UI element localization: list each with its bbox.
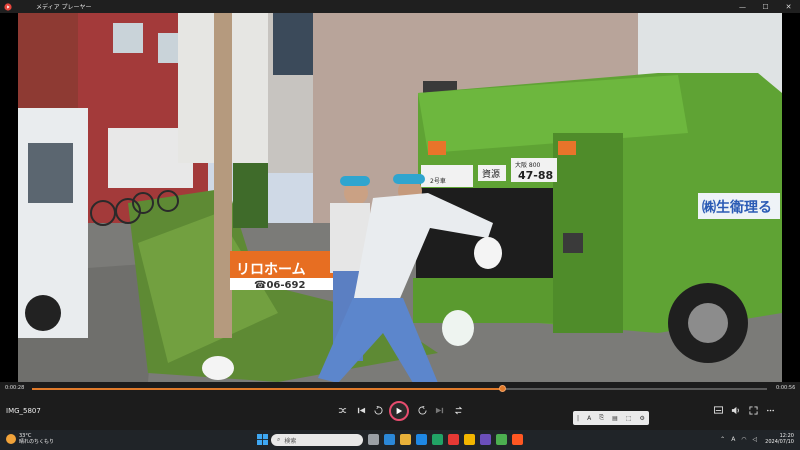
- media-player-window: メディア プレーヤー — ☐ ✕ リロホーム ☎06-692 大阪 800 47…: [0, 0, 800, 430]
- clock[interactable]: 12:20 2024/07/10: [765, 433, 794, 445]
- search-icon: ⌕: [277, 436, 281, 443]
- next-icon[interactable]: [431, 402, 447, 418]
- chevron-up-icon[interactable]: ⌃: [720, 436, 725, 443]
- clock-date: 2024/07/10: [765, 439, 794, 445]
- taskbar-search[interactable]: ⌕ 検索: [271, 434, 363, 446]
- truck-plate-top: 大阪 800: [515, 161, 541, 169]
- taskbar-app-icon[interactable]: [384, 434, 395, 445]
- truck-company-name: ㈱生衛理る: [702, 199, 772, 216]
- forward-30-icon[interactable]: [414, 402, 430, 418]
- current-time: 0:00:28: [5, 385, 25, 391]
- repeat-icon[interactable]: [450, 402, 466, 418]
- shuffle-icon[interactable]: [334, 402, 350, 418]
- rewind-10-icon[interactable]: [370, 402, 386, 418]
- more-options-icon[interactable]: [762, 402, 778, 418]
- video-scene: リロホーム ☎06-692 大阪 800 47-88 資源 2号車 ㈱生衛理る: [18, 13, 782, 382]
- truck-resource-tag: 資源: [482, 168, 500, 180]
- settings-icon[interactable]: ⚙: [640, 415, 645, 422]
- taskbar-app-icon[interactable]: [480, 434, 491, 445]
- edit-toolbar: | A ⎘ ▤ ⬚ ⚙: [573, 411, 649, 425]
- seek-thumb[interactable]: [498, 385, 506, 392]
- document-icon[interactable]: ▤: [612, 415, 618, 422]
- realestate-sign-name: リロホーム: [236, 262, 306, 278]
- system-tray: ⌃ A ◠ ◁ 12:20 2024/07/10: [720, 433, 794, 445]
- video-frame[interactable]: リロホーム ☎06-692 大阪 800 47-88 資源 2号車 ㈱生衛理る: [18, 13, 782, 382]
- previous-icon[interactable]: [353, 402, 369, 418]
- taskbar-app-icon[interactable]: [400, 434, 411, 445]
- search-placeholder: 検索: [284, 437, 297, 445]
- play-button[interactable]: [389, 401, 409, 421]
- copy-icon[interactable]: ⎘: [599, 414, 604, 422]
- taskbar-app-icon[interactable]: [448, 434, 459, 445]
- taskbar-app-icon[interactable]: [416, 434, 427, 445]
- minimize-button[interactable]: —: [731, 0, 754, 13]
- window-controls: — ☐ ✕: [731, 0, 800, 13]
- media-player-icon: [4, 2, 12, 11]
- taskbar-app-icon[interactable]: [432, 434, 443, 445]
- weather-widget[interactable]: 33°C 晴れのちくもり: [6, 433, 54, 445]
- total-time: 0:00:56: [776, 385, 796, 391]
- ime-indicator[interactable]: A: [731, 436, 735, 443]
- taskbar-apps: [368, 434, 528, 445]
- toolbar-divider: |: [577, 414, 580, 422]
- taskbar-app-icon[interactable]: [512, 434, 523, 445]
- windows-start-icon[interactable]: [257, 434, 268, 445]
- realestate-sign-phone: ☎06-692: [254, 280, 305, 291]
- fullscreen-icon[interactable]: [745, 402, 761, 418]
- truck-side-label: 2号車: [430, 177, 446, 185]
- taskbar: 33°C 晴れのちくもり ⌕ 検索 ⌃ A ◠ ◁ 12:20 2024/07/…: [0, 430, 800, 450]
- taskbar-app-icon[interactable]: [368, 434, 379, 445]
- maximize-button[interactable]: ☐: [754, 0, 777, 13]
- sun-cloud-icon: [6, 434, 16, 444]
- weather-condition: 晴れのちくもり: [19, 439, 55, 445]
- seek-row: 0:00:28 0:00:56: [0, 382, 800, 394]
- volume-icon[interactable]: [727, 402, 743, 418]
- playback-controls: 0:00:28 0:00:56 IMG_5807 | A ⎘ ▤ ⬚ ⚙: [0, 382, 800, 430]
- close-button[interactable]: ✕: [777, 0, 800, 13]
- taskbar-app-icon[interactable]: [496, 434, 507, 445]
- speaker-icon[interactable]: ◁: [753, 436, 758, 443]
- play-icon: [396, 407, 403, 415]
- window-title: メディア プレーヤー: [36, 4, 92, 11]
- seek-bar[interactable]: [32, 388, 767, 390]
- seek-bar-progress: [32, 388, 503, 390]
- crop-icon[interactable]: ⬚: [626, 415, 632, 422]
- file-name: IMG_5807: [6, 407, 41, 415]
- subtitles-icon[interactable]: [710, 402, 726, 418]
- wifi-icon[interactable]: ◠: [741, 436, 746, 443]
- title-bar: メディア プレーヤー — ☐ ✕: [0, 0, 800, 13]
- text-icon[interactable]: A: [587, 415, 591, 422]
- taskbar-app-icon[interactable]: [464, 434, 475, 445]
- truck-plate-number: 47-88: [518, 169, 553, 182]
